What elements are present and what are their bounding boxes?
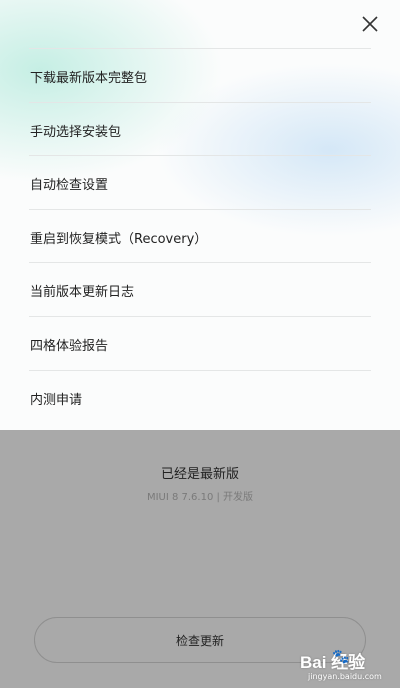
version-text: MIUI 8 7.6.10 | 开发版 <box>146 492 254 503</box>
menu-item-reboot-recovery[interactable]: 重启到恢复模式（Recovery） <box>29 208 371 263</box>
menu-item-download-full-package[interactable]: 下载最新版本完整包 <box>29 48 371 102</box>
menu-item-label: 自动检查设置 <box>30 178 109 194</box>
paw-icon: 🐾 <box>332 649 350 665</box>
menu-item-label: 当前版本更新日志 <box>30 285 135 301</box>
close-icon <box>358 12 382 36</box>
baidu-jingyan-watermark: Bai 经验 🐾 jingyan.baidu.com <box>300 648 396 686</box>
menu-item-beta-apply[interactable]: 内测申请 <box>29 369 371 424</box>
menu-item-label: 下载最新版本完整包 <box>30 71 148 86</box>
options-menu: 下载最新版本完整包 手动选择安装包 自动检查设置 重启到恢复模式（Recover… <box>0 48 400 423</box>
menu-item-experience-report[interactable]: 四格体验报告 <box>29 315 371 370</box>
status-title: 已经是最新版 <box>160 467 239 482</box>
menu-item-label: 内测申请 <box>30 392 83 408</box>
menu-item-changelog[interactable]: 当前版本更新日志 <box>29 262 371 316</box>
menu-item-label: 手动选择安装包 <box>30 124 122 140</box>
update-status: 已经是最新版 MIUI 8 7.6.10 | 开发版 <box>0 463 400 503</box>
update-options-sheet: 下载最新版本完整包 手动选择安装包 自动检查设置 重启到恢复模式（Recover… <box>0 0 400 430</box>
watermark-url: jingyan.baidu.com <box>308 672 382 681</box>
menu-item-label: 重启到恢复模式（Recovery） <box>30 231 208 247</box>
menu-item-manual-select-package[interactable]: 手动选择安装包 <box>29 101 371 156</box>
menu-item-auto-check-settings[interactable]: 自动检查设置 <box>29 155 371 209</box>
menu-item-label: 四格体验报告 <box>30 338 109 354</box>
close-button[interactable] <box>358 12 382 36</box>
